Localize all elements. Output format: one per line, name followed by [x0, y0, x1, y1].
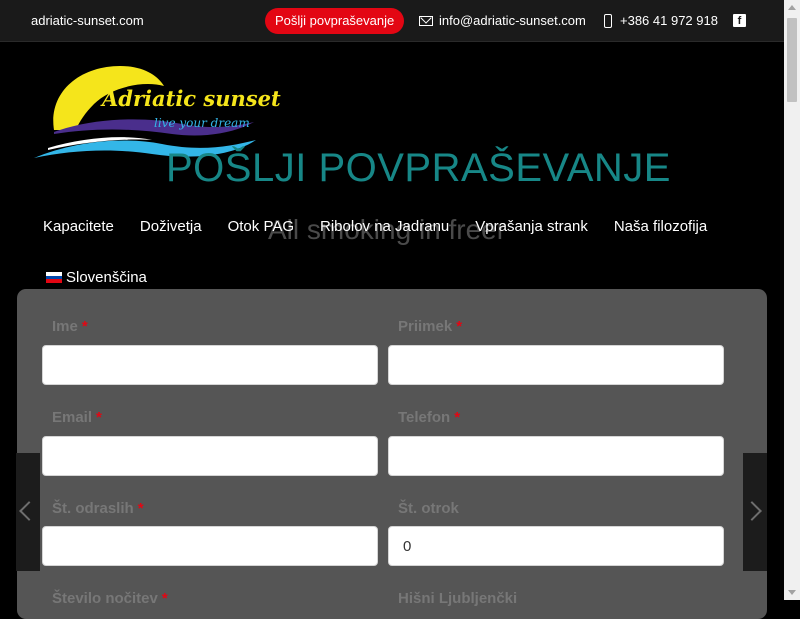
required-mark: *	[454, 409, 461, 426]
scroll-up-arrow-icon[interactable]	[788, 5, 796, 10]
email-label: Email *	[52, 409, 102, 426]
language-label: Slovenščina	[66, 269, 147, 286]
nav-item-otok-pag[interactable]: Otok PAG	[228, 218, 294, 235]
main-navigation: Kapacitete Doživetja Otok PAG Ribolov na…	[43, 218, 733, 235]
scroll-down-arrow-icon[interactable]	[788, 590, 796, 595]
phone-text: +386 41 972 918	[620, 13, 718, 28]
slider-prev-button[interactable]	[16, 453, 40, 571]
pets-label: Hišni Ljubljenčki	[398, 590, 518, 607]
required-mark: *	[96, 409, 102, 426]
site-domain-link[interactable]: adriatic-sunset.com	[31, 13, 144, 28]
email-link[interactable]: info@adriatic-sunset.com	[419, 13, 586, 28]
required-mark: *	[81, 318, 88, 335]
nav-item-vprasanja[interactable]: Vprašanja strank	[475, 218, 588, 235]
inquiry-form: Ime * Priimek * Email * Telefon * Št. odrasl…	[17, 289, 767, 619]
adults-label: Št. odraslih *	[52, 500, 144, 517]
children-label: Št. otrok	[398, 500, 459, 517]
top-bar: adriatic-sunset.com Pošlji povpraševanje…	[0, 0, 784, 42]
required-mark: *	[161, 590, 168, 607]
first-name-label: Ime *	[52, 318, 88, 335]
first-name-input[interactable]	[42, 345, 378, 385]
chevron-left-icon	[19, 501, 39, 521]
nights-label: Število nočitev *	[52, 590, 168, 607]
last-name-label: Priimek *	[398, 318, 463, 335]
required-mark: *	[456, 318, 463, 335]
language-switcher[interactable]: Slovenščina	[46, 269, 147, 286]
slider-next-button[interactable]	[742, 453, 767, 571]
last-name-input[interactable]	[388, 345, 724, 385]
chevron-right-icon	[742, 501, 762, 521]
nav-item-filozofija[interactable]: Naša filozofija	[614, 218, 707, 235]
adults-input[interactable]	[42, 526, 378, 566]
email-text: info@adriatic-sunset.com	[439, 13, 586, 28]
nav-item-ribolov[interactable]: Ribolov na Jadranu	[320, 218, 449, 235]
children-input[interactable]	[388, 526, 724, 566]
scrollbar-thumb[interactable]	[787, 18, 797, 102]
facebook-icon[interactable]: f	[733, 14, 746, 27]
email-input[interactable]	[42, 436, 378, 476]
envelope-icon	[419, 15, 433, 26]
send-inquiry-button[interactable]: Pošlji povpraševanje	[265, 8, 405, 34]
nav-item-dozivetja[interactable]: Doživetja	[140, 218, 202, 235]
logo-title: Adriatic sunset	[102, 86, 281, 111]
mobile-phone-icon	[604, 13, 612, 28]
page-scrollbar[interactable]	[784, 0, 800, 600]
required-mark: *	[137, 500, 144, 517]
logo-tagline: live your dream	[154, 116, 250, 130]
slovenia-flag-icon	[46, 272, 62, 284]
phone-input[interactable]	[388, 436, 724, 476]
phone-link[interactable]: +386 41 972 918	[604, 13, 718, 28]
phone-label: Telefon *	[398, 409, 461, 426]
page-title: POŠLJI POVPRAŠEVANJE	[166, 146, 671, 190]
nav-item-kapacitete[interactable]: Kapacitete	[43, 218, 114, 235]
